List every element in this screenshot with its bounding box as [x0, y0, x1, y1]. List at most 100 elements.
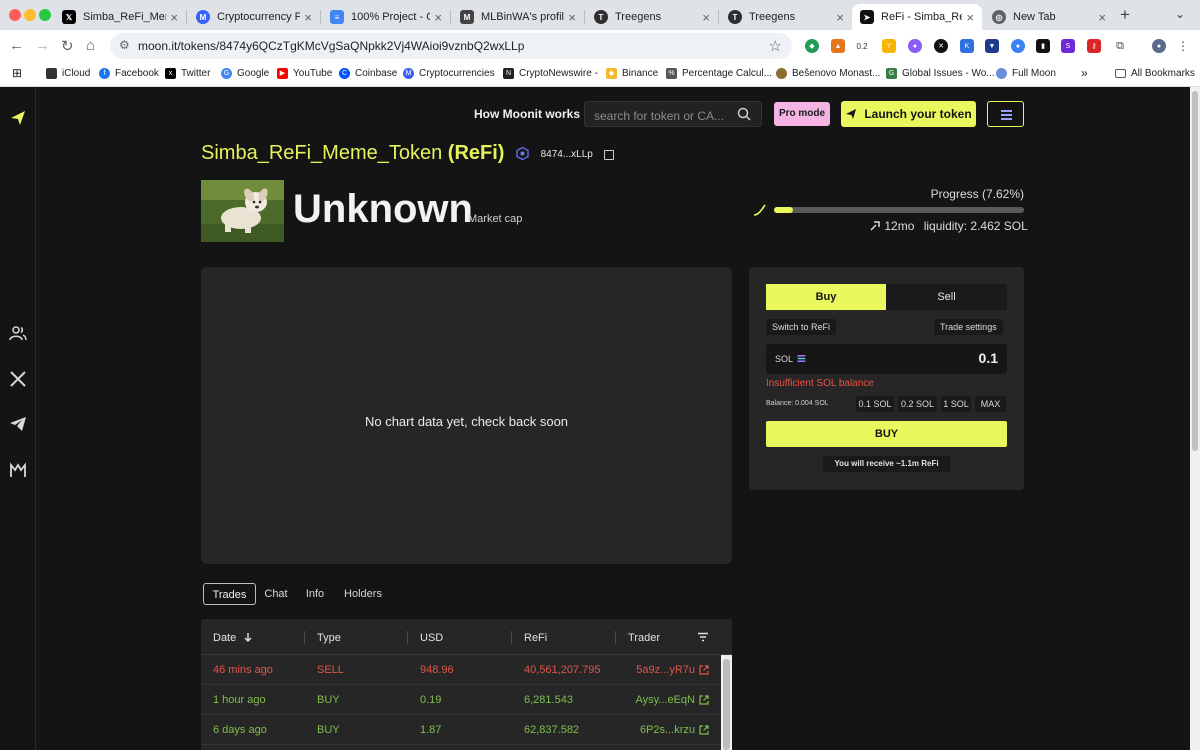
- address-bar[interactable]: ⚙ moon.it/tokens/8474y6QCzTgKMcVgSaQNpkk…: [110, 33, 792, 59]
- browser-tab[interactable]: M Cryptocurrency Pric ×: [188, 4, 320, 30]
- column-header-date[interactable]: Date: [213, 632, 253, 644]
- extension-icon[interactable]: ●: [1011, 39, 1025, 53]
- trader-link[interactable]: Aysy...eEqN: [635, 694, 709, 706]
- table-scrollbar[interactable]: [721, 655, 732, 750]
- more-bookmarks-icon[interactable]: »: [1081, 66, 1088, 80]
- bookmark-item[interactable]: iCloud: [46, 68, 90, 79]
- trade-settings-button[interactable]: Trade settings: [934, 319, 1003, 335]
- bookmark-item[interactable]: ◆ Binance: [606, 68, 658, 79]
- close-tab-icon[interactable]: ×: [434, 10, 442, 25]
- maximize-window-button[interactable]: [39, 9, 51, 21]
- extension-badge[interactable]: 0.2: [855, 39, 869, 53]
- extension-icon[interactable]: ●: [908, 39, 922, 53]
- close-tab-icon[interactable]: ×: [568, 10, 576, 25]
- forward-icon[interactable]: →: [35, 37, 50, 54]
- extension-icon[interactable]: K: [960, 39, 974, 53]
- bookmark-item[interactable]: G Google: [221, 68, 269, 79]
- tab-trades[interactable]: Trades: [203, 583, 256, 605]
- tab-chat[interactable]: Chat: [262, 583, 290, 605]
- column-header-usd[interactable]: USD: [420, 632, 443, 644]
- search-icon[interactable]: [737, 107, 751, 121]
- moonit-logo-icon[interactable]: [9, 109, 27, 127]
- apps-grid-icon[interactable]: ⊞: [12, 66, 22, 80]
- page-scrollbar-thumb[interactable]: [1192, 91, 1198, 451]
- close-window-button[interactable]: [9, 9, 21, 21]
- extension-icon[interactable]: ▮: [1036, 39, 1050, 53]
- tab-holders[interactable]: Holders: [341, 583, 385, 605]
- bookmark-item[interactable]: C Coinbase: [339, 68, 397, 79]
- quick-amount-button[interactable]: 0.2 SOL: [898, 396, 937, 412]
- bookmark-item[interactable]: N CryptoNewswire -: [503, 68, 598, 79]
- close-tab-icon[interactable]: ×: [1098, 10, 1106, 25]
- bookmark-item[interactable]: Bešenovo Monast...: [776, 68, 880, 79]
- column-header-trader[interactable]: Trader: [628, 632, 660, 644]
- filter-icon[interactable]: [697, 632, 709, 642]
- extension-icon[interactable]: S: [1061, 39, 1075, 53]
- x-social-icon[interactable]: [9, 370, 27, 388]
- browser-tab[interactable]: T Treegens ×: [586, 4, 718, 30]
- site-info-icon[interactable]: ⚙: [119, 38, 130, 52]
- trader-link[interactable]: 6P2s...krzu: [640, 724, 709, 736]
- column-header-refi[interactable]: ReFi: [524, 632, 547, 644]
- column-header-type[interactable]: Type: [317, 632, 341, 644]
- close-tab-icon[interactable]: ×: [836, 10, 844, 25]
- browser-tab[interactable]: ◎ New Tab ×: [984, 4, 1114, 30]
- browser-tab[interactable]: M MLBinWA's profile o ×: [452, 4, 584, 30]
- extension-icon[interactable]: Y: [882, 39, 896, 53]
- browser-tab-active[interactable]: ➤ ReFi - Simba_ReFi_ ×: [852, 4, 982, 30]
- copy-icon[interactable]: [604, 150, 615, 160]
- search-input[interactable]: search for token or CA...: [584, 101, 762, 127]
- extensions-puzzle-icon[interactable]: ⧉: [1113, 39, 1127, 53]
- page-scrollbar[interactable]: [1190, 87, 1200, 750]
- meteora-icon[interactable]: [9, 461, 27, 479]
- trade-date: 6 days ago: [213, 724, 267, 736]
- how-moonit-works-link[interactable]: How Moonit works: [474, 107, 580, 121]
- bookmark-item[interactable]: f Facebook: [99, 68, 159, 79]
- extension-icon[interactable]: ▼: [985, 39, 999, 53]
- bookmark-item[interactable]: M Cryptocurrencies: [403, 68, 495, 79]
- quick-amount-button[interactable]: 0.1 SOL: [856, 396, 894, 412]
- back-icon[interactable]: ←: [9, 37, 24, 54]
- tab-search-icon[interactable]: ⌄: [1175, 7, 1185, 21]
- bookmark-item[interactable]: ▶ YouTube: [277, 68, 332, 79]
- telegram-icon[interactable]: [9, 415, 27, 433]
- bookmark-item[interactable]: Full Moon: [996, 68, 1056, 79]
- menu-button[interactable]: [987, 101, 1024, 127]
- pro-mode-button[interactable]: Pro mode: [774, 102, 830, 126]
- bookmark-item[interactable]: % Percentage Calcul...: [666, 68, 772, 79]
- tab-info[interactable]: Info: [304, 583, 326, 605]
- x-extension-icon[interactable]: ✕: [934, 39, 948, 53]
- key-icon[interactable]: ⚷: [1087, 39, 1101, 53]
- extension-icon[interactable]: ◆: [805, 39, 819, 53]
- url-text[interactable]: moon.it/tokens/8474y6QCzTgKMcVgSaQNpkk2V…: [138, 39, 524, 53]
- close-tab-icon[interactable]: ×: [170, 10, 178, 25]
- minimize-window-button[interactable]: [24, 9, 36, 21]
- buy-submit-button[interactable]: BUY: [766, 421, 1007, 447]
- new-tab-button[interactable]: +: [1120, 5, 1130, 25]
- browser-tab[interactable]: 𝕏 Simba_ReFi_Meme_ ×: [54, 4, 186, 30]
- community-icon[interactable]: [9, 324, 27, 342]
- launch-token-button[interactable]: Launch your token: [841, 101, 976, 127]
- browser-tab[interactable]: T Treegens ×: [720, 4, 852, 30]
- close-tab-icon[interactable]: ×: [966, 10, 974, 25]
- amount-value[interactable]: 0.1: [979, 350, 998, 366]
- profile-avatar[interactable]: ●: [1152, 39, 1166, 53]
- switch-currency-button[interactable]: Switch to ReFi: [766, 319, 837, 335]
- bookmark-item[interactable]: G Global Issues - Wo...: [886, 68, 995, 79]
- home-icon[interactable]: ⌂: [86, 37, 95, 54]
- sell-tab[interactable]: Sell: [886, 284, 1007, 310]
- amount-input[interactable]: SOL 0.1: [766, 344, 1007, 374]
- all-bookmarks[interactable]: All Bookmarks: [1115, 68, 1195, 79]
- bookmark-item[interactable]: x Twitter: [165, 68, 210, 79]
- bookmark-star-icon[interactable]: ☆: [769, 37, 782, 55]
- close-tab-icon[interactable]: ×: [702, 10, 710, 25]
- reload-icon[interactable]: ↻: [61, 37, 74, 55]
- max-amount-button[interactable]: MAX: [975, 396, 1006, 412]
- browser-menu-icon[interactable]: ⋮: [1176, 39, 1190, 53]
- trader-link[interactable]: 5a9z...yR7u: [636, 664, 709, 676]
- buy-tab[interactable]: Buy: [766, 284, 886, 310]
- close-tab-icon[interactable]: ×: [304, 10, 312, 25]
- quick-amount-button[interactable]: 1 SOL: [941, 396, 971, 412]
- metamask-icon[interactable]: ▲: [831, 39, 845, 53]
- browser-tab[interactable]: ≡ 100% Project - Goo ×: [322, 4, 450, 30]
